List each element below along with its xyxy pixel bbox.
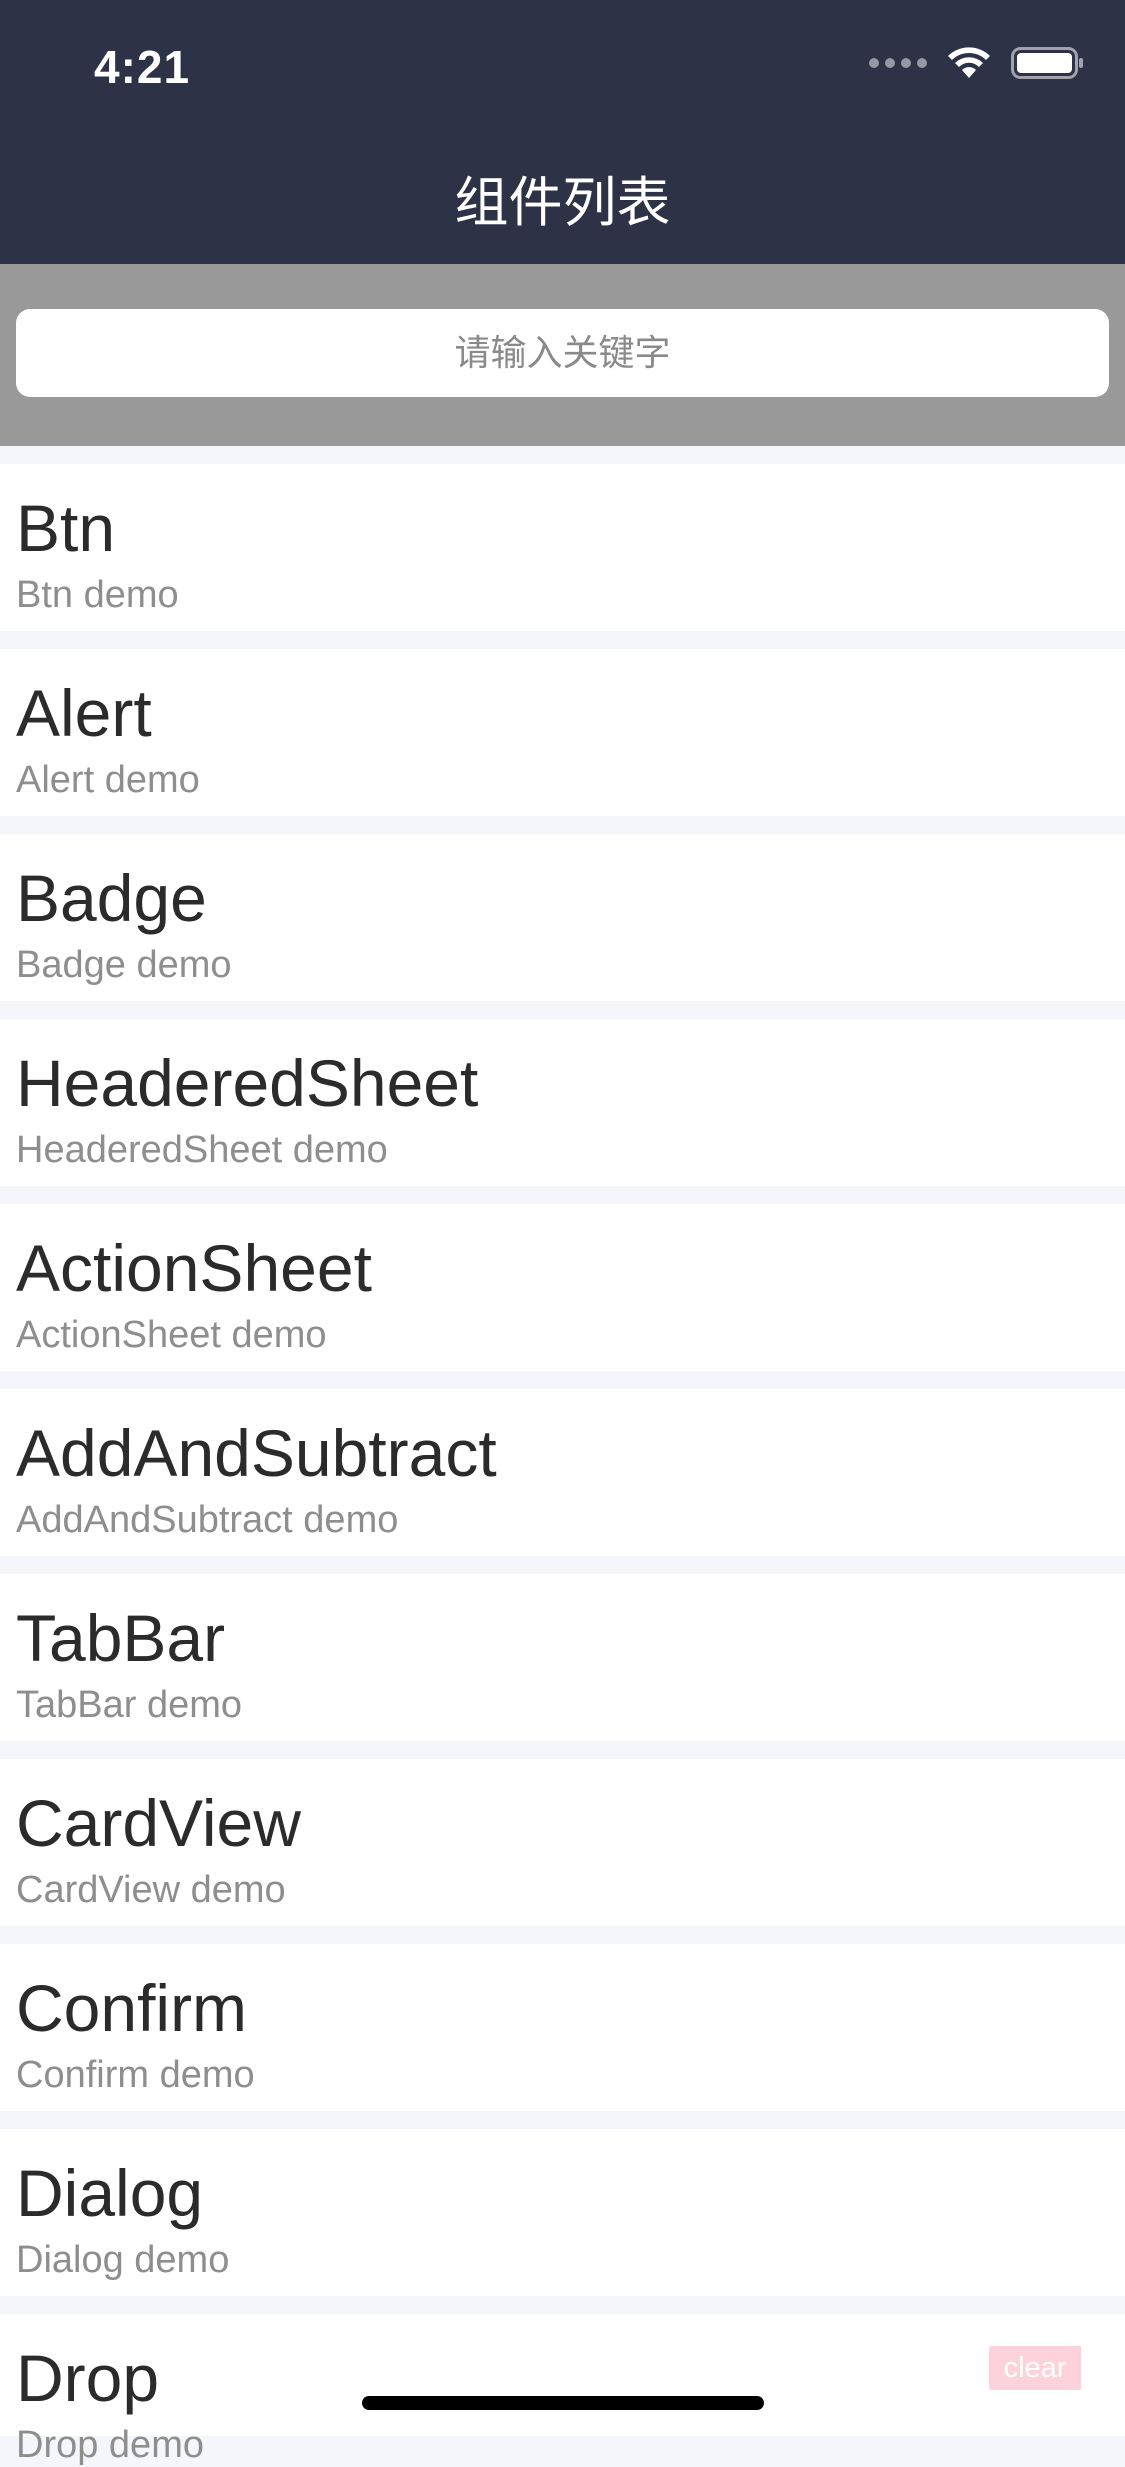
- list-item-subtitle: Confirm demo: [16, 2054, 255, 2096]
- list-item-addandsubtract[interactable]: AddAndSubtract AddAndSubtract demo: [0, 1389, 1125, 1556]
- list-item-title: Btn: [16, 491, 116, 565]
- list-item-title: Drop: [16, 2341, 160, 2415]
- list-item-title: TabBar: [16, 1601, 226, 1675]
- list-item-subtitle: Btn demo: [16, 574, 179, 616]
- battery-icon: [1011, 47, 1083, 79]
- search-area: [0, 264, 1125, 446]
- list-item-confirm[interactable]: Confirm Confirm demo: [0, 1944, 1125, 2111]
- page-title: 组件列表: [454, 171, 671, 234]
- list-item-subtitle: Dialog demo: [16, 2239, 230, 2281]
- wifi-icon: [948, 47, 990, 78]
- home-indicator[interactable]: [362, 2396, 764, 2410]
- list-item-title: AddAndSubtract: [16, 1416, 497, 1490]
- list-item-title: Badge: [16, 861, 207, 935]
- list-item-subtitle: Badge demo: [16, 944, 232, 986]
- status-time: 4:21: [94, 41, 191, 93]
- list-item-dialog[interactable]: Dialog Dialog demo: [0, 2129, 1125, 2296]
- search-input[interactable]: [16, 309, 1109, 397]
- list-item-title: Dialog: [16, 2156, 204, 2230]
- list-item-title: HeaderedSheet: [16, 1046, 479, 1120]
- clear-button[interactable]: clear: [989, 2346, 1081, 2390]
- list-item-tabbar[interactable]: TabBar TabBar demo: [0, 1574, 1125, 1741]
- list-item-subtitle: AddAndSubtract demo: [16, 1499, 399, 1541]
- list-item-alert[interactable]: Alert Alert demo: [0, 649, 1125, 816]
- list-item-subtitle: Drop demo: [16, 2424, 204, 2466]
- list-item-actionsheet[interactable]: ActionSheet ActionSheet demo: [0, 1204, 1125, 1371]
- status-icons: [869, 46, 1085, 80]
- list-item-headeredsheet[interactable]: HeaderedSheet HeaderedSheet demo: [0, 1019, 1125, 1186]
- app-header: 4:21 组件列表: [0, 0, 1125, 264]
- list-item-btn[interactable]: Btn Btn demo: [0, 464, 1125, 631]
- list-item-cardview[interactable]: CardView CardView demo: [0, 1759, 1125, 1926]
- list-item-title: Alert: [16, 676, 152, 750]
- list-item-title: CardView: [16, 1786, 301, 1860]
- list-item-subtitle: HeaderedSheet demo: [16, 1129, 388, 1171]
- list-item-subtitle: CardView demo: [16, 1869, 286, 1911]
- list-item-title: ActionSheet: [16, 1231, 372, 1305]
- list-item-subtitle: Alert demo: [16, 759, 200, 801]
- list-item-drop[interactable]: Drop Drop demo: [0, 2314, 1125, 2466]
- list-item-badge[interactable]: Badge Badge demo: [0, 834, 1125, 1001]
- list-item-subtitle: ActionSheet demo: [16, 1314, 327, 1356]
- list-item-subtitle: TabBar demo: [16, 1684, 243, 1726]
- list-item-title: Confirm: [16, 1971, 248, 2045]
- signal-dots-icon: [869, 58, 927, 68]
